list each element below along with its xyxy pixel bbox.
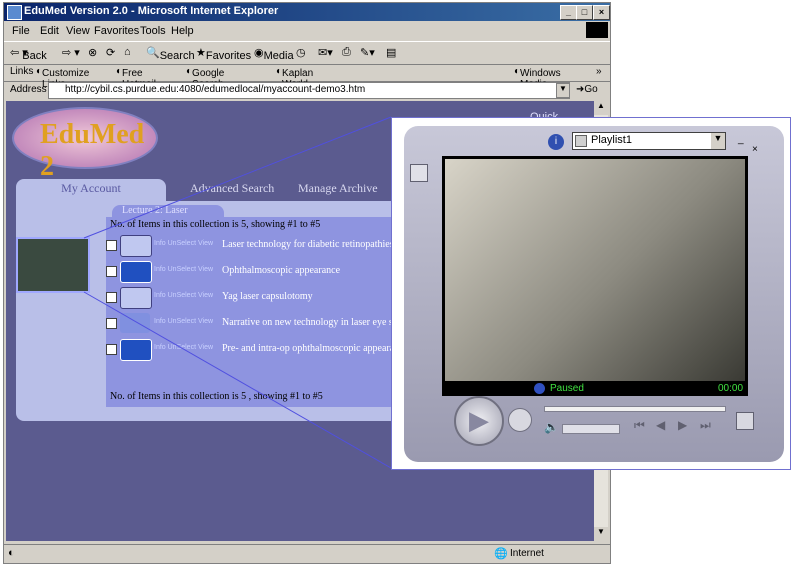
dropdown-icon[interactable]: ▼ xyxy=(711,133,725,149)
previous-icon[interactable]: ⏮ xyxy=(634,418,645,433)
media-player-window: i Playlist1 ▼ _ × Paused 00:00 ▶ 🔈 ⏮ ◀ ▶… xyxy=(391,117,791,470)
info-icon[interactable]: i xyxy=(548,134,564,150)
status-strip: Paused 00:00 xyxy=(442,382,748,396)
playlist-name: Playlist1 xyxy=(591,134,632,146)
rewind-icon[interactable]: ◀ xyxy=(656,418,665,432)
close-icon[interactable]: × xyxy=(752,144,758,155)
volume-icon[interactable]: 🔈 xyxy=(544,420,559,434)
player-skin: i Playlist1 ▼ _ × Paused 00:00 ▶ 🔈 ⏮ ◀ ▶… xyxy=(404,126,784,462)
playlist-select[interactable]: Playlist1 ▼ xyxy=(572,132,726,150)
fast-forward-icon[interactable]: ▶ xyxy=(678,418,687,432)
playback-time: 00:00 xyxy=(718,383,744,394)
compact-mode-icon[interactable] xyxy=(410,164,428,182)
seek-bar[interactable] xyxy=(544,406,726,412)
stop-button[interactable] xyxy=(508,408,532,432)
minimize-icon[interactable]: _ xyxy=(738,134,744,145)
pause-status-icon xyxy=(534,383,545,394)
play-button[interactable]: ▶ xyxy=(454,396,504,446)
playlist-icon xyxy=(575,135,587,147)
next-icon[interactable]: ⏭ xyxy=(700,418,711,433)
switch-mode-icon[interactable] xyxy=(736,412,754,430)
volume-slider[interactable] xyxy=(562,424,620,434)
playback-state: Paused xyxy=(550,383,584,394)
video-frame xyxy=(442,156,748,384)
